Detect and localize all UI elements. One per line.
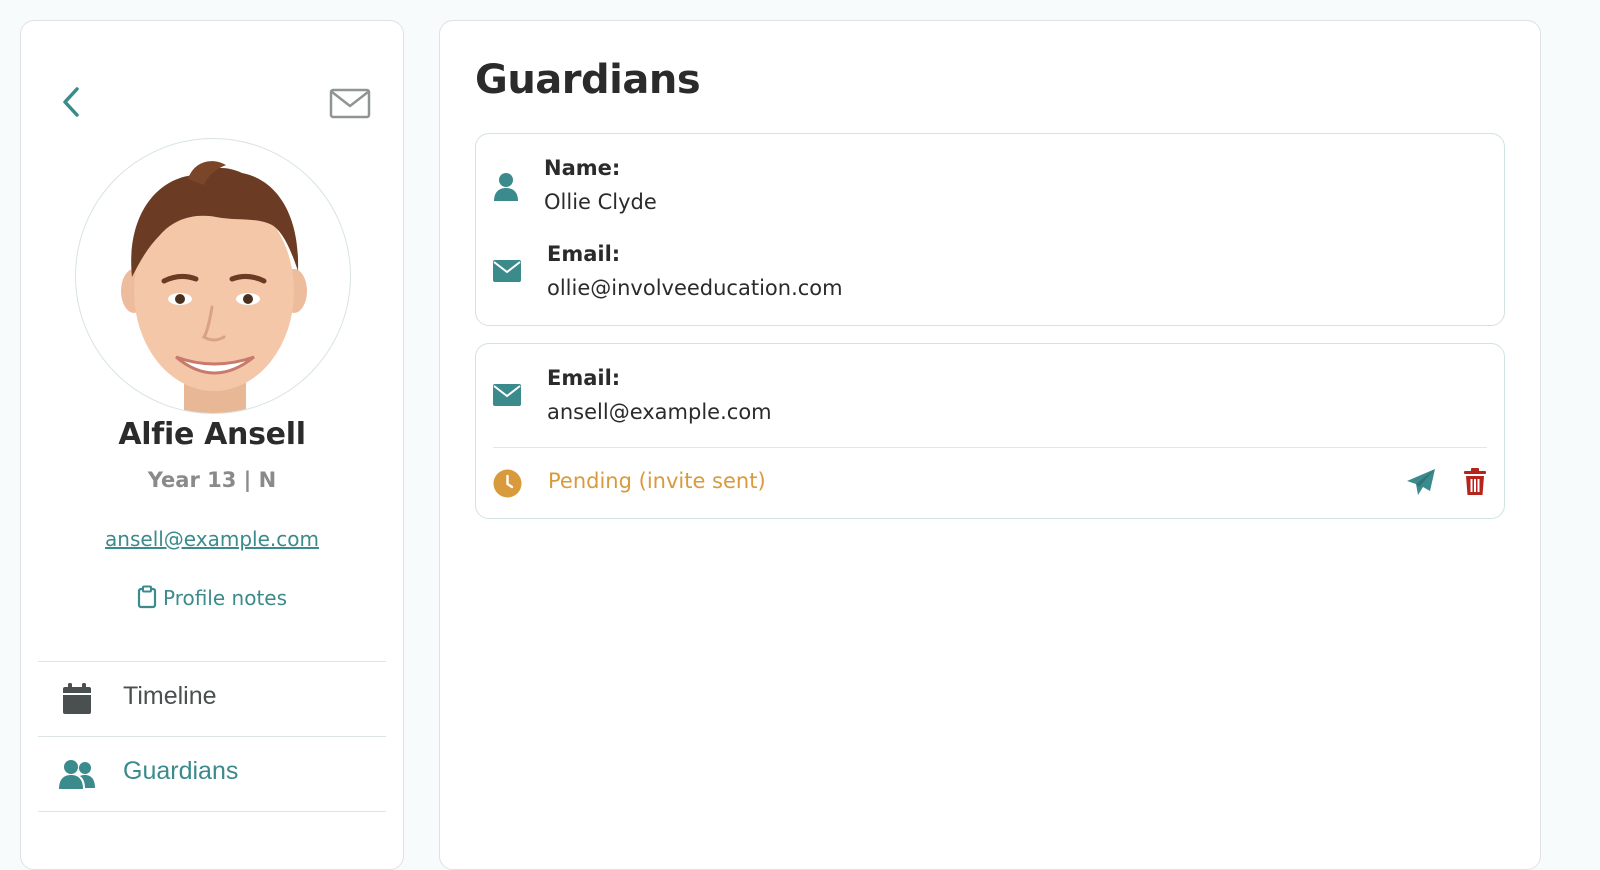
- envelope-icon: [329, 88, 371, 119]
- guardian-email-label: Email:: [547, 242, 621, 266]
- calendar-icon: [63, 683, 91, 714]
- nav-item-label: Guardians: [123, 757, 239, 785]
- page-title: Guardians: [475, 57, 701, 103]
- nav-divider: [38, 811, 386, 812]
- student-email-link[interactable]: ansell@example.com: [21, 527, 403, 551]
- nav-item-label: Timeline: [123, 682, 217, 710]
- student-photo: [121, 161, 307, 413]
- nav-item-guardians[interactable]: Guardians: [38, 737, 386, 811]
- clipboard-icon: [137, 585, 157, 609]
- profile-notes-label: Profile notes: [162, 586, 288, 610]
- users-icon: [59, 760, 95, 789]
- clock-icon: [493, 469, 522, 498]
- guardian-card: Name: Ollie Clyde Email: ollie@involveed…: [475, 133, 1505, 326]
- guardian-name: Ollie Clyde: [544, 190, 657, 214]
- trash-icon: [1464, 468, 1486, 495]
- guardians-panel: Guardians Name: Ollie Clyde Email: ollie…: [439, 20, 1541, 870]
- guardian-email-label: Email:: [547, 366, 621, 390]
- guardian-email: ollie@involveeducation.com: [547, 276, 843, 300]
- back-button[interactable]: [57, 85, 87, 119]
- user-icon: [494, 173, 518, 201]
- paper-plane-icon: [1407, 469, 1435, 495]
- student-year-group: Year 13 | N: [147, 468, 277, 492]
- chevron-left-icon: [63, 87, 79, 117]
- resend-invite-button[interactable]: [1406, 468, 1436, 500]
- nav-item-timeline[interactable]: Timeline: [38, 662, 386, 736]
- profile-notes-link[interactable]: Profile notes: [21, 585, 403, 610]
- student-profile-panel: Alfie Ansell Year 13 | N ansell@example.…: [20, 20, 404, 870]
- envelope-icon: [493, 384, 521, 406]
- guardian-email: ansell@example.com: [547, 400, 772, 424]
- guardian-card: Email: ansell@example.com Pending (invit…: [475, 343, 1505, 519]
- avatar: [75, 138, 351, 414]
- invite-status: Pending (invite sent): [548, 469, 766, 493]
- send-email-button[interactable]: [329, 87, 371, 121]
- guardian-name-label: Name:: [544, 156, 621, 180]
- envelope-icon: [493, 260, 521, 282]
- card-divider: [493, 447, 1487, 448]
- student-name: Alfie Ansell: [118, 417, 306, 452]
- delete-guardian-button[interactable]: [1463, 468, 1487, 500]
